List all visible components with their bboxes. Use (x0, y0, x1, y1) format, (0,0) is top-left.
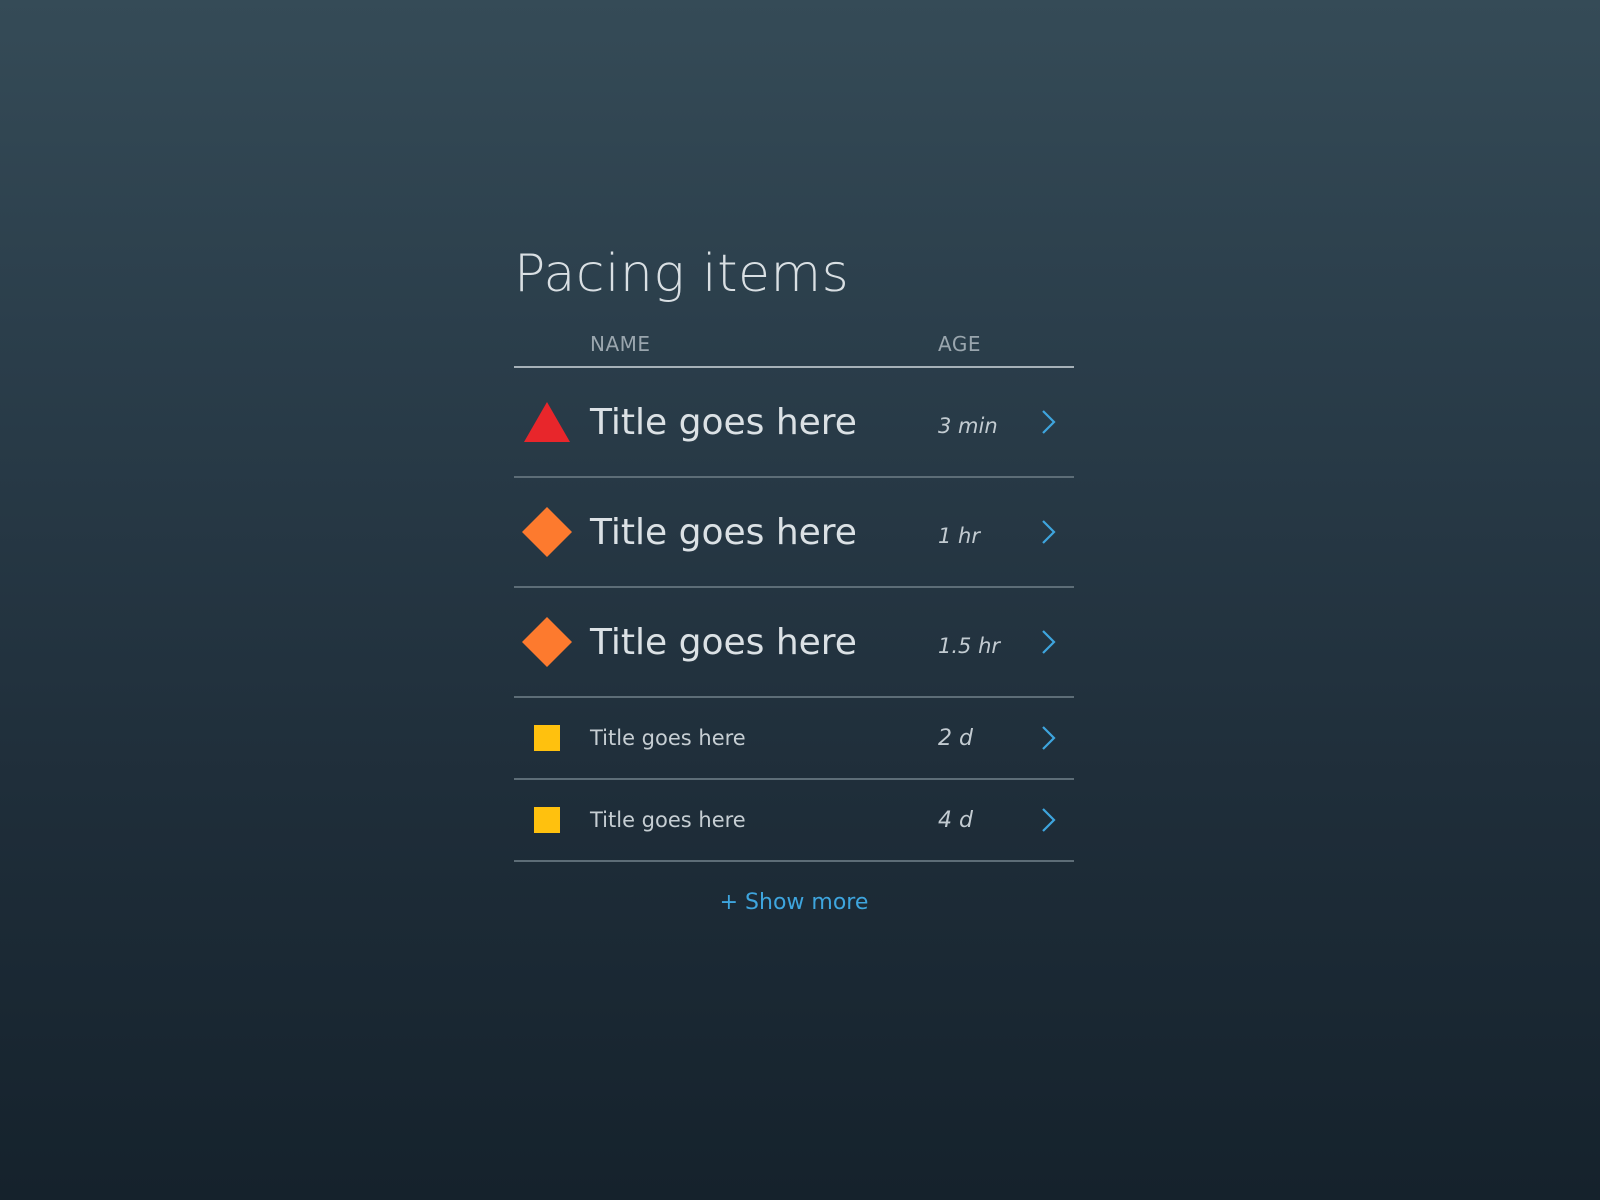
table-row[interactable]: Title goes here 4 d (514, 780, 1074, 862)
chevron-right-icon[interactable] (1036, 478, 1060, 586)
row-title: Title goes here (590, 726, 746, 750)
column-header-name: NAME (590, 332, 651, 356)
row-age: 3 min (938, 414, 998, 438)
diamond-icon (514, 588, 580, 696)
row-title: Title goes here (590, 401, 857, 443)
row-title: Title goes here (590, 808, 746, 832)
table-row[interactable]: Title goes here 1.5 hr (514, 588, 1074, 698)
chevron-right-icon[interactable] (1036, 368, 1060, 476)
triangle-icon (514, 368, 580, 476)
table-row[interactable]: Title goes here 3 min (514, 368, 1074, 478)
chevron-right-icon[interactable] (1036, 780, 1060, 860)
chevron-right-icon[interactable] (1036, 588, 1060, 696)
pacing-items-panel: Pacing items NAME AGE Title goes here 3 … (514, 236, 1074, 915)
show-more-link[interactable]: + Show more (514, 890, 1074, 915)
column-header-age: AGE (938, 332, 981, 356)
row-age: 1 hr (938, 524, 980, 548)
row-age: 2 d (938, 725, 973, 751)
chevron-right-icon[interactable] (1036, 698, 1060, 778)
row-age: 1.5 hr (938, 634, 1001, 658)
diamond-icon (514, 478, 580, 586)
table-row[interactable]: Title goes here 2 d (514, 698, 1074, 780)
row-title: Title goes here (590, 511, 857, 553)
square-icon (514, 698, 580, 778)
square-icon (514, 780, 580, 860)
row-title: Title goes here (590, 621, 857, 663)
page-title: Pacing items (514, 244, 850, 304)
table-header: NAME AGE (514, 324, 1074, 368)
table-row[interactable]: Title goes here 1 hr (514, 478, 1074, 588)
row-age: 4 d (938, 807, 973, 833)
